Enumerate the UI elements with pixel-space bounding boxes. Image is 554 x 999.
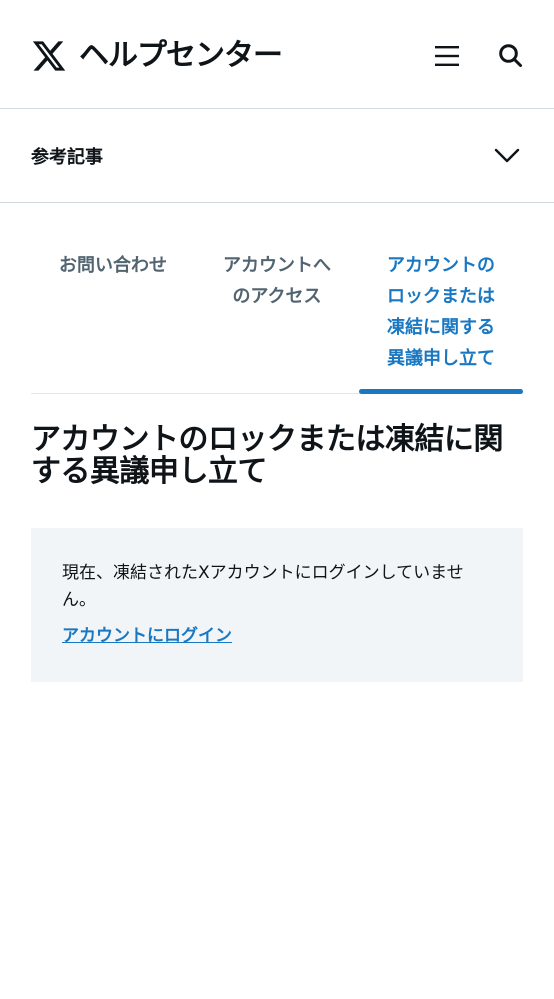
reference-articles-label: 参考記事 xyxy=(31,147,103,168)
site-header: ヘルプセンター xyxy=(0,0,554,109)
tab-contact[interactable]: お問い合わせ xyxy=(31,250,195,281)
site-title[interactable]: ヘルプセンター xyxy=(79,36,283,76)
notice-message: 現在、凍結されたXアカウントにログインしていません。 xyxy=(62,563,464,610)
page-title: アカウントのロックまたは凍結に関する異議申し立て xyxy=(31,422,504,489)
category-tabs: お問い合わせ アカウントへのアクセス アカウントのロックまたは凍結に関する異議申… xyxy=(31,250,523,394)
tab-appeal-suspension[interactable]: アカウントのロックまたは凍結に関する異議申し立て xyxy=(359,250,523,374)
reference-articles-toggle[interactable]: 参考記事 xyxy=(0,109,554,203)
tab-account-access[interactable]: アカウントへのアクセス xyxy=(195,250,359,312)
tab-label: お問い合わせ xyxy=(59,255,167,276)
login-link[interactable]: アカウントにログイン xyxy=(62,624,232,648)
chevron-down-icon[interactable] xyxy=(494,145,520,165)
hamburger-menu-icon[interactable] xyxy=(434,44,460,68)
x-logo-icon[interactable] xyxy=(31,38,67,74)
tab-label: アカウントのロックまたは凍結に関する異議申し立て xyxy=(387,255,495,369)
login-notice: 現在、凍結されたXアカウントにログインしていません。 アカウントにログイン xyxy=(31,528,523,682)
search-icon[interactable] xyxy=(498,43,523,68)
tab-label: アカウントへのアクセス xyxy=(223,255,331,307)
active-tab-indicator xyxy=(359,389,523,394)
